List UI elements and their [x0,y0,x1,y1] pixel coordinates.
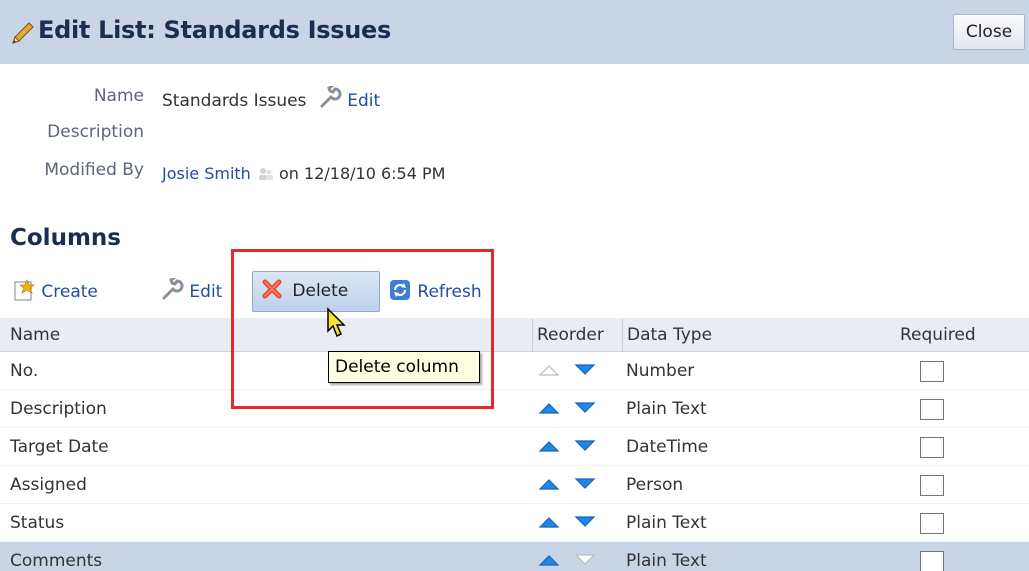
arrow-down-icon [574,554,596,565]
table-row[interactable]: Comments Plain Text [0,542,1029,571]
row-data-type: DateTime [626,437,709,457]
arrow-up-icon[interactable] [538,515,560,529]
refresh-button[interactable]: Refresh [388,276,482,308]
row-name: Assigned [10,475,87,495]
table-row[interactable]: Assigned Person [0,466,1029,504]
header-data-type[interactable]: Data Type [622,318,712,352]
header-reorder: Reorder [532,318,622,352]
modified-on-text: on 12/18/10 6:54 PM [279,164,446,183]
table-row[interactable]: Description Plain Text [0,390,1029,428]
create-button[interactable]: Create [12,276,98,308]
table-row[interactable]: Status Plain Text [0,504,1029,542]
dialog-title: Edit List: Standards Issues [38,16,391,44]
row-data-type: Plain Text [626,551,707,571]
row-name: Target Date [10,437,109,457]
wrench-icon [162,276,184,300]
edit-label: Edit [189,282,223,302]
arrow-up-icon[interactable] [538,439,560,453]
arrow-down-icon[interactable] [574,477,596,491]
row-name: Status [10,513,65,533]
required-checkbox[interactable] [920,551,944,571]
table-row[interactable]: Target Date DateTime [0,428,1029,466]
required-checkbox[interactable] [920,361,944,382]
modified-by-row: Josie Smith on 12/18/10 6:54 PM [162,164,445,183]
refresh-label: Refresh [417,282,482,302]
required-checkbox[interactable] [920,513,944,534]
required-checkbox[interactable] [920,437,944,458]
edit-link-label: Edit [347,91,381,111]
columns-table-header: Name Reorder Data Type Required [0,318,1029,352]
edit-column-button[interactable]: Edit [160,276,222,308]
row-data-type: Number [626,361,695,381]
arrow-down-icon[interactable] [574,363,596,377]
edit-name-link[interactable]: Edit [318,86,381,111]
create-label: Create [41,282,98,302]
row-name: No. [10,361,39,381]
row-data-type: Plain Text [626,399,707,419]
presence-icon [258,168,273,180]
create-icon [14,279,36,301]
delete-button[interactable]: Delete [252,271,380,312]
row-name: Description [10,399,107,419]
arrow-down-icon[interactable] [574,439,596,453]
required-checkbox[interactable] [920,475,944,496]
name-label: Name [93,86,144,106]
modified-by-label: Modified By [44,160,144,180]
arrow-up-icon [538,365,560,376]
wrench-icon [320,86,342,108]
name-value-row: Standards Issues Edit [162,86,380,111]
arrow-down-icon[interactable] [574,515,596,529]
mouse-cursor-icon [327,307,346,338]
arrow-up-icon[interactable] [538,477,560,491]
header-required[interactable]: Required [900,318,976,352]
header-name[interactable]: Name [10,318,60,352]
modified-by-user-link[interactable]: Josie Smith [162,164,251,183]
table-row[interactable]: No. Number [0,352,1029,390]
row-data-type: Plain Text [626,513,707,533]
arrow-up-icon[interactable] [538,401,560,415]
refresh-icon [390,280,410,300]
delete-label: Delete [292,281,349,301]
row-name: Comments [10,551,103,571]
close-button[interactable]: Close [953,14,1025,50]
delete-column-tooltip: Delete column [328,351,480,383]
delete-x-icon [262,279,282,299]
row-data-type: Person [626,475,684,495]
arrow-up-icon[interactable] [538,553,560,567]
columns-section-title: Columns [10,225,121,251]
description-label: Description [47,122,144,142]
arrow-down-icon[interactable] [574,401,596,415]
name-value: Standards Issues [162,91,307,111]
pencil-icon [12,22,34,44]
dialog-header: Edit List: Standards Issues Close [0,0,1029,64]
required-checkbox[interactable] [920,399,944,420]
